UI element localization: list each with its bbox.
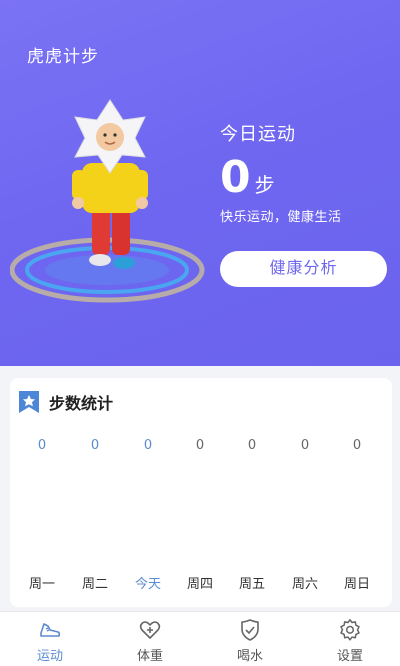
steps-value: 0 xyxy=(220,152,251,203)
day-label-today: 今天 xyxy=(134,577,161,592)
day-value: 0 xyxy=(247,438,257,453)
day-value: 0 xyxy=(195,438,205,453)
nav-item-settings[interactable]: 设置 xyxy=(320,618,380,664)
day-value-col: 0 xyxy=(22,438,62,458)
sneaker-icon xyxy=(40,623,61,637)
day-label: 周五 xyxy=(238,577,265,592)
star-badge-icon xyxy=(19,391,39,413)
nav-label: 运动 xyxy=(36,649,63,664)
today-stats: 今日运动 0步 快乐运动，健康生活 xyxy=(220,120,400,225)
nav-label: 喝水 xyxy=(236,649,263,664)
step-stats-card: 步数统计 0 0 0 0 0 0 0 周一 周二 今天 周四 周五 周六 周日 xyxy=(10,378,392,607)
day-value: 0 xyxy=(300,438,310,453)
day-label: 周六 xyxy=(291,577,318,592)
nav-label: 体重 xyxy=(136,649,163,664)
hero-section: 虎虎计步 今日运动 0步 快乐运动，健康生活 健康分析 xyxy=(0,0,400,366)
day-value-col: 0 xyxy=(285,438,325,458)
nav-item-weight[interactable]: 体重 xyxy=(120,618,180,664)
slogan: 快乐运动，健康生活 xyxy=(220,210,342,225)
bottom-nav: 运动 体重 喝水 设置 xyxy=(0,611,400,666)
nav-label: 设置 xyxy=(336,649,363,664)
day-label: 周一 xyxy=(28,577,55,592)
day-label: 周日 xyxy=(343,577,370,592)
card-header: 步数统计 xyxy=(18,390,113,414)
gear-icon xyxy=(340,619,360,641)
steps-row: 0步 xyxy=(220,154,400,202)
app-title: 虎虎计步 xyxy=(27,47,99,67)
day-value-col: 0 xyxy=(180,438,220,458)
steps-unit: 步 xyxy=(254,173,275,197)
health-analysis-button[interactable]: 健康分析 xyxy=(220,251,387,287)
day-value: 0 xyxy=(143,438,153,453)
day-value-col: 0 xyxy=(232,438,272,458)
day-value: 0 xyxy=(90,438,100,453)
shield-check-icon xyxy=(241,619,259,641)
heart-plus-icon xyxy=(139,621,161,639)
nav-item-exercise[interactable]: 运动 xyxy=(20,618,80,664)
day-value: 0 xyxy=(37,438,47,453)
mascot-illustration xyxy=(10,99,205,303)
nav-item-water[interactable]: 喝水 xyxy=(220,618,280,664)
day-value: 0 xyxy=(352,438,362,453)
day-label: 周四 xyxy=(186,577,213,592)
day-value-col: 0 xyxy=(337,438,377,458)
day-value-col: 0 xyxy=(75,438,115,458)
day-label: 周二 xyxy=(81,577,108,592)
day-value-col: 0 xyxy=(128,438,168,458)
card-title: 步数统计 xyxy=(49,394,114,413)
today-label: 今日运动 xyxy=(220,124,296,145)
